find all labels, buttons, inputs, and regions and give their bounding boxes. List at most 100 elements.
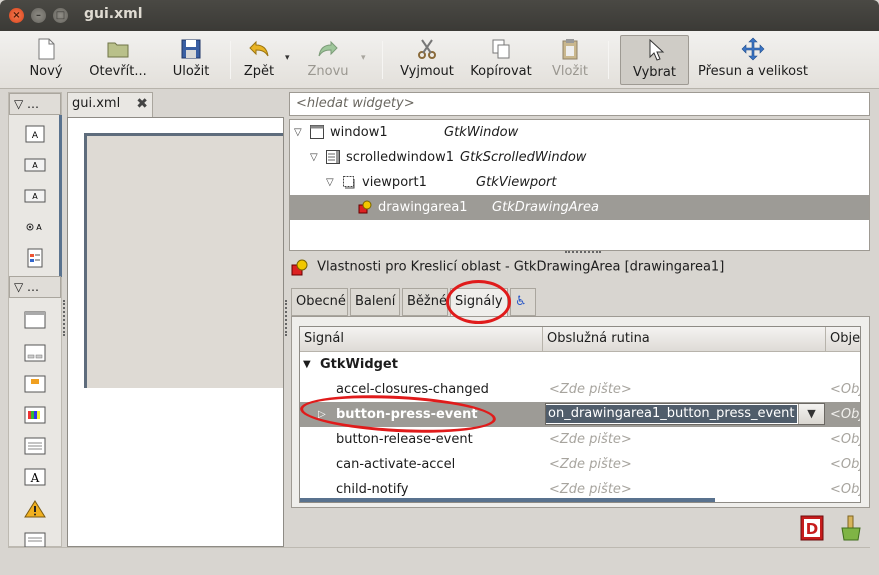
file-chooser-widget-icon[interactable]	[23, 436, 47, 456]
tree-expander-icon[interactable]: ▽	[326, 170, 334, 195]
tree-row-scrolledwindow1[interactable]: ▽ scrolledwindow1 GtkScrolledWindow	[290, 145, 869, 170]
new-button[interactable]: Nový	[22, 35, 70, 85]
save-button-label: Uložit	[172, 64, 210, 79]
new-button-label: Nový	[29, 64, 63, 79]
message-dialog-warning-icon[interactable]	[23, 499, 47, 519]
palette-group-header[interactable]: ▽ …	[9, 93, 61, 115]
copy-button-label: Kopírovat	[470, 64, 532, 79]
select-mode-label: Vybrat	[633, 65, 676, 80]
tab-general[interactable]: Obecné	[291, 288, 348, 316]
tab-common[interactable]: Běžné	[402, 288, 448, 316]
signal-object[interactable]: <Obj	[830, 427, 860, 452]
save-button[interactable]: Uložit	[166, 35, 216, 85]
copy-icon	[492, 39, 510, 59]
tree-row-viewport1[interactable]: ▽ viewport1 GtkViewport	[290, 170, 869, 195]
toolbar: Nový Otevřít... Uložit Zpět ▾ Znovu ▾ Vy…	[0, 31, 879, 89]
radio-widget-icon[interactable]: A	[23, 217, 47, 237]
svg-text:A: A	[36, 223, 42, 232]
signal-object[interactable]: <Obj	[830, 377, 860, 402]
tree-row-type: GtkDrawingArea	[492, 200, 599, 215]
minimize-window-button[interactable]: –	[31, 8, 46, 23]
tab-gui-xml[interactable]: gui.xml ✖	[67, 92, 153, 117]
new-document-icon	[38, 38, 55, 60]
scissors-icon	[418, 39, 436, 59]
tab-accessibility[interactable]: ♿	[510, 288, 536, 316]
open-button-label: Otevřít...	[89, 64, 147, 79]
tree-row-window1[interactable]: ▽ window1 GtkWindow	[290, 120, 869, 145]
drag-resize-mode-button[interactable]: Přesun a velikost	[692, 35, 814, 85]
svg-text:A: A	[32, 161, 38, 170]
group-expander-icon[interactable]: ▼	[303, 352, 311, 377]
signal-object[interactable]: <Obj	[830, 452, 860, 477]
drag-resize-mode-label: Přesun a velikost	[698, 64, 808, 79]
move-arrows-icon	[741, 37, 765, 61]
tab-common-label: Běžné	[407, 294, 447, 309]
signal-handler[interactable]: <Zde pište>	[549, 377, 632, 402]
toggle-widget-icon[interactable]: A	[23, 186, 47, 206]
handler-combo-box[interactable]: on_drawingarea1_button_press_event ▼	[545, 403, 825, 425]
button-widget-icon[interactable]: A	[23, 124, 47, 144]
select-mode-button[interactable]: Vybrat	[620, 35, 689, 85]
close-window-button[interactable]: ×	[9, 8, 24, 23]
drawing-area-icon	[358, 200, 372, 214]
signal-handler[interactable]: <Zde pište>	[549, 452, 632, 477]
pane-resize-handle[interactable]	[565, 251, 601, 253]
signal-object[interactable]: <Obj	[830, 402, 860, 427]
devhelp-icon[interactable]: D	[798, 514, 826, 542]
label-widget-icon[interactable]: A	[23, 155, 47, 175]
tab-packing[interactable]: Balení	[350, 288, 400, 316]
tree-row-type: GtkScrolledWindow	[460, 150, 587, 165]
properties-title-text: Vlastnosti pro Kreslicí oblast - GtkDraw…	[317, 259, 725, 275]
undo-dropdown-arrow[interactable]: ▾	[285, 53, 290, 63]
annotation-ellipse	[446, 280, 511, 324]
paste-button[interactable]: Vložit	[547, 35, 593, 85]
copy-button[interactable]: Kopírovat	[464, 35, 538, 85]
combo-dropdown-arrow-icon[interactable]: ▼	[798, 404, 824, 424]
window-widget-icon[interactable]	[23, 310, 47, 330]
undo-arrow-icon	[249, 40, 269, 57]
signal-handler[interactable]: <Zde pište>	[549, 427, 632, 452]
widget-search-input[interactable]: <hledat widgety>	[289, 92, 870, 116]
signal-group-row[interactable]: ▼ GtkWidget	[300, 352, 860, 377]
palette-accent-bar	[59, 115, 62, 277]
maximize-window-button[interactable]: □	[53, 8, 68, 23]
dialog-box-widget-icon[interactable]	[23, 343, 47, 363]
recent-chooser-widget-icon[interactable]	[23, 529, 47, 549]
signal-group-name: GtkWidget	[320, 357, 398, 372]
signal-object[interactable]: <Obj	[830, 477, 860, 502]
toolbar-separator	[382, 41, 383, 79]
column-header-signal[interactable]: Signál	[300, 327, 543, 352]
handler-combo-value[interactable]: on_drawingarea1_button_press_event	[546, 405, 797, 423]
design-canvas[interactable]	[67, 117, 284, 547]
tree-expander-icon[interactable]: ▽	[294, 120, 302, 145]
about-dialog-widget-icon[interactable]	[23, 374, 47, 394]
close-tab-icon[interactable]: ✖	[136, 96, 148, 112]
pointer-arrow-icon	[649, 38, 664, 61]
viewport-icon	[343, 176, 355, 189]
tree-row-name: scrolledwindow1	[346, 150, 454, 165]
tree-row-name: window1	[330, 125, 388, 140]
widget-palette: ▽ … A A A A ▽ … A	[8, 92, 62, 549]
dialog-widget-icon[interactable]	[23, 248, 47, 268]
palette-group-header[interactable]: ▽ …	[9, 276, 61, 298]
color-selection-widget-icon[interactable]	[23, 405, 47, 425]
redo-button[interactable]: Znovu	[304, 35, 352, 85]
clear-broom-icon[interactable]	[837, 514, 865, 542]
svg-text:A: A	[32, 131, 39, 141]
cut-button[interactable]: Vyjmout	[396, 35, 458, 85]
pane-resize-handle[interactable]	[63, 300, 65, 336]
tree-expander-icon[interactable]: ▽	[310, 145, 318, 170]
column-header-handler[interactable]: Obslužná rutina	[543, 327, 826, 352]
column-header-object[interactable]: Obje	[826, 327, 860, 352]
signal-row[interactable]: can-activate-accel <Zde pište> <Obj	[300, 452, 860, 477]
tree-row-drawingarea1[interactable]: drawingarea1 GtkDrawingArea	[290, 195, 869, 220]
open-button[interactable]: Otevřít...	[84, 35, 152, 85]
undo-button[interactable]: Zpět	[240, 35, 278, 85]
window-preview[interactable]	[84, 133, 283, 388]
horizontal-scrollbar[interactable]	[300, 498, 715, 502]
redo-button-label: Znovu	[307, 64, 349, 79]
pane-resize-handle[interactable]	[285, 300, 287, 336]
redo-dropdown-arrow[interactable]: ▾	[361, 53, 366, 63]
window-icon	[310, 125, 324, 139]
font-selection-widget-icon[interactable]: A	[23, 467, 47, 487]
